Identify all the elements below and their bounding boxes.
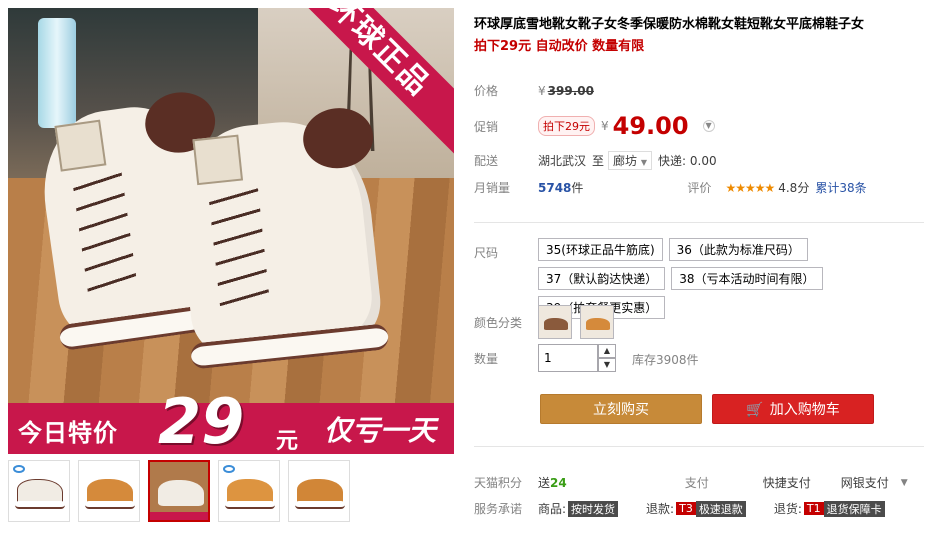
- chevron-down-icon[interactable]: ▼: [901, 478, 908, 488]
- promo-label: 促销: [474, 119, 499, 134]
- quantity-input[interactable]: [538, 344, 598, 372]
- payment-bank: 网银支付: [840, 476, 889, 490]
- payment-label: 支付: [684, 476, 709, 490]
- divider: [474, 446, 924, 447]
- delivery-city: 廊坊: [613, 154, 638, 168]
- quantity-decrease-button[interactable]: ▼: [598, 358, 616, 372]
- service-return-label: 退货:: [773, 502, 802, 516]
- payment-quick: 快捷支付: [762, 476, 811, 490]
- promo-text-today: 今日特价: [18, 419, 118, 447]
- shoe-laces: [71, 169, 138, 295]
- size-option-35[interactable]: 35(环球正品牛筋底): [538, 238, 663, 261]
- service-return-tag[interactable]: 退货保障卡: [823, 500, 885, 517]
- price-currency: ¥: [538, 83, 546, 98]
- promo-unit: 元: [276, 429, 299, 454]
- delivery-city-select[interactable]: 廊坊 ▼: [608, 151, 653, 170]
- promo-row: 促销 拍下29元 ¥ 49.00 ▼: [474, 112, 715, 140]
- price-label: 价格: [474, 84, 499, 98]
- service-goods-tag[interactable]: 按时发货: [568, 500, 619, 517]
- shoe-laces: [207, 184, 271, 310]
- stock-count: 库存3908件: [632, 353, 699, 367]
- main-product-image[interactable]: 环球正品 今日特价 29 元 仅亏一天: [8, 8, 454, 454]
- size-option-37[interactable]: 37（默认韵达快递）: [538, 267, 666, 290]
- service-label: 服务承诺: [474, 502, 523, 516]
- thumbnail-sole: [15, 501, 65, 509]
- product-header: 环球厚底雪地靴女靴子女冬季保暖防水棉靴女鞋短靴女平底棉鞋子女 拍下29元 自动改…: [474, 14, 924, 58]
- service-return-code: T1: [803, 502, 824, 515]
- cart-icon: 🛒: [746, 402, 764, 418]
- sales-unit: 件: [571, 181, 584, 195]
- service-refund-label: 退款:: [646, 502, 675, 516]
- thumbnail-banner: [150, 512, 208, 520]
- add-to-cart-label: 加入购物车: [769, 402, 840, 418]
- shoe-tongue-tag: [192, 134, 244, 186]
- bottle-decoration: [38, 18, 76, 128]
- thumbnail-shoe: [158, 480, 204, 506]
- delivery-from: 湖北武汉: [538, 154, 587, 168]
- delivery-to-label: 至: [592, 154, 605, 168]
- size-option-36[interactable]: 36（此款为标准尺码）: [668, 238, 808, 261]
- rating-label: 评价: [687, 181, 712, 195]
- thumbnail-1[interactable]: [8, 460, 70, 522]
- thumbnail-strip: [8, 460, 350, 522]
- swatch-shoe: [544, 318, 568, 330]
- eye-icon: [13, 465, 25, 473]
- promo-text-loss: 仅亏一天: [324, 414, 437, 447]
- price-row: 价格 ¥ 399.00: [474, 82, 594, 99]
- product-subtitle: 拍下29元 自动改价 数量有限: [474, 39, 645, 54]
- service-goods-label: 商品:: [538, 502, 567, 516]
- sales-label: 月销量: [474, 181, 511, 195]
- size-row: 尺码: [474, 244, 538, 261]
- promo-banner: 今日特价 29 元 仅亏一天: [8, 385, 454, 454]
- shipping-fee: 快递: 0.00: [658, 154, 717, 168]
- sales-count: 5748: [538, 180, 572, 195]
- size-option-38[interactable]: 38（亏本活动时间有限）: [671, 267, 823, 290]
- service-refund-code: T3: [676, 502, 696, 515]
- sales-row: 月销量 5748 件 评价 ★★★★★ 4.8分 累计38条: [474, 179, 924, 196]
- thumbnail-3-selected[interactable]: [148, 460, 210, 522]
- thumbnail-sole: [295, 501, 345, 509]
- add-to-cart-button[interactable]: 🛒 加入购物车: [712, 394, 874, 424]
- delivery-row: 配送 湖北武汉 至 廊坊 ▼ 快递: 0.00: [474, 151, 717, 170]
- rating-score: 4.8分: [778, 181, 810, 195]
- chevron-down-icon: ▼: [640, 158, 648, 167]
- delivery-label: 配送: [474, 154, 499, 168]
- chevron-down-icon[interactable]: ▼: [702, 120, 715, 132]
- promo-price: 29: [158, 385, 245, 454]
- promo-price-value: 49.00: [612, 112, 689, 140]
- swatch-shoe: [586, 318, 610, 330]
- shoe-tongue-tag: [54, 119, 107, 172]
- thumbnail-sole: [225, 501, 275, 509]
- thumbnail-4[interactable]: [218, 460, 280, 522]
- quantity-row: 数量: [474, 350, 538, 367]
- product-title: 环球厚底雪地靴女靴子女冬季保暖防水棉靴女鞋短靴女平底棉鞋子女: [474, 17, 865, 32]
- points-label: 天猫积分: [474, 476, 523, 490]
- divider: [474, 222, 924, 223]
- points-value: 24: [550, 475, 567, 490]
- quantity-increase-button[interactable]: ▲: [598, 344, 616, 358]
- thumbnail-2[interactable]: [78, 460, 140, 522]
- rating-stars: ★★★★★: [725, 180, 775, 195]
- service-row: 服务承诺 商品: 按时发货 退款: T3 极速退款 退货: T1 退货保障卡: [474, 500, 885, 517]
- color-row: 颜色分类: [474, 305, 614, 339]
- thumbnail-5[interactable]: [288, 460, 350, 522]
- eye-icon: [223, 465, 235, 473]
- thumbnail-sole: [85, 501, 135, 509]
- color-swatch-tan[interactable]: [580, 305, 614, 339]
- color-swatch-brown[interactable]: [538, 305, 572, 339]
- service-refund-tag[interactable]: 极速退款: [695, 500, 746, 517]
- right-shoe: [171, 104, 390, 370]
- quantity-label: 数量: [474, 352, 499, 366]
- color-label: 颜色分类: [474, 315, 523, 330]
- price-panel: 价格 ¥ 399.00 促销 拍下29元 ¥ 49.00 ▼ 配送 湖北武汉 至…: [474, 72, 924, 204]
- promo-currency: ¥: [601, 119, 609, 133]
- points-prefix: 送: [538, 476, 551, 490]
- points-row: 天猫积分 送 24 支付 快捷支付 网银支付 ▼: [474, 474, 908, 491]
- review-count-link[interactable]: 累计38条: [815, 179, 866, 196]
- original-price: 399.00: [547, 83, 594, 98]
- size-label: 尺码: [474, 246, 499, 260]
- buy-now-button[interactable]: 立刻购买: [540, 394, 702, 424]
- promo-badge: 拍下29元: [538, 116, 595, 136]
